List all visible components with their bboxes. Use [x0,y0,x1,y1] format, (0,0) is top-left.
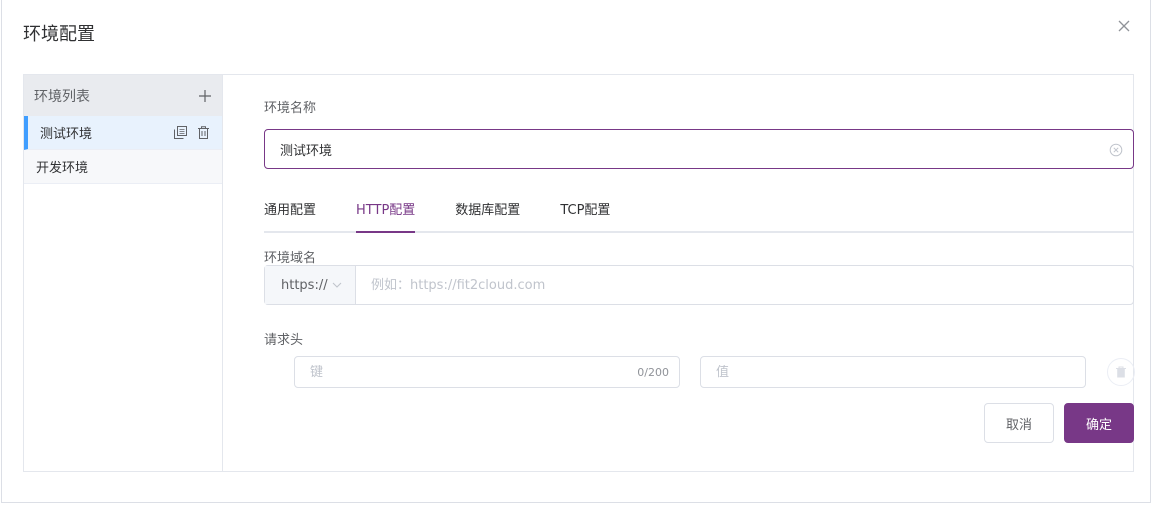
header-key-field: 0/200 [294,356,680,388]
header-value-input[interactable] [701,364,1085,380]
environment-item-test[interactable]: 测试环境 [24,116,222,150]
environment-list-title: 环境列表 [34,88,90,105]
close-icon[interactable] [1116,18,1132,34]
confirm-button[interactable]: 确定 [1064,403,1134,443]
environment-config-dialog: 环境配置 环境列表 测试环境 开发环境 环境名称 测试环境 通用配置 HTTP配… [1,0,1151,503]
environment-item-label: 开发环境 [36,161,89,176]
plus-icon[interactable] [198,89,212,103]
header-value-field [700,356,1086,388]
cancel-button[interactable]: 取消 [984,403,1054,443]
protocol-value: https:// [281,277,328,293]
environment-list-header: 环境列表 [24,75,222,116]
request-headers-label: 请求头 [264,333,304,348]
tab-tcp[interactable]: TCP配置 [560,199,610,231]
domain-input[interactable] [356,266,1133,304]
tab-http[interactable]: HTTP配置 [356,199,416,233]
environment-item-dev[interactable]: 开发环境 [24,150,222,184]
key-char-counter: 0/200 [637,365,669,379]
dialog-title: 环境配置 [23,24,95,45]
header-key-input[interactable] [295,364,638,380]
domain-label: 环境域名 [264,251,317,266]
environment-name-field [264,129,1134,169]
clear-icon[interactable] [1109,142,1123,157]
tab-general[interactable]: 通用配置 [264,199,316,231]
tab-database[interactable]: 数据库配置 [455,199,520,231]
trash-icon[interactable] [197,126,210,139]
environment-name-input[interactable] [265,141,1109,157]
environment-form: 环境名称 通用配置 HTTP配置 数据库配置 TCP配置 环境域名 https:… [244,75,1135,471]
environment-item-actions [174,126,210,139]
trash-icon [1116,366,1126,378]
protocol-select[interactable]: https:// [265,266,356,304]
environment-item-label: 测试环境 [40,127,93,142]
environment-list: 环境列表 测试环境 开发环境 [24,75,223,471]
chevron-down-icon [332,282,342,288]
delete-header-button[interactable] [1107,358,1135,386]
config-tabs: 通用配置 HTTP配置 数据库配置 TCP配置 [264,199,1134,233]
environment-name-label: 环境名称 [264,101,317,116]
copy-icon[interactable] [174,126,187,139]
dialog-body: 环境列表 测试环境 开发环境 环境名称 测试环境 通用配置 HTTP配置 数据库… [23,74,1135,472]
domain-field: https:// [264,265,1134,305]
